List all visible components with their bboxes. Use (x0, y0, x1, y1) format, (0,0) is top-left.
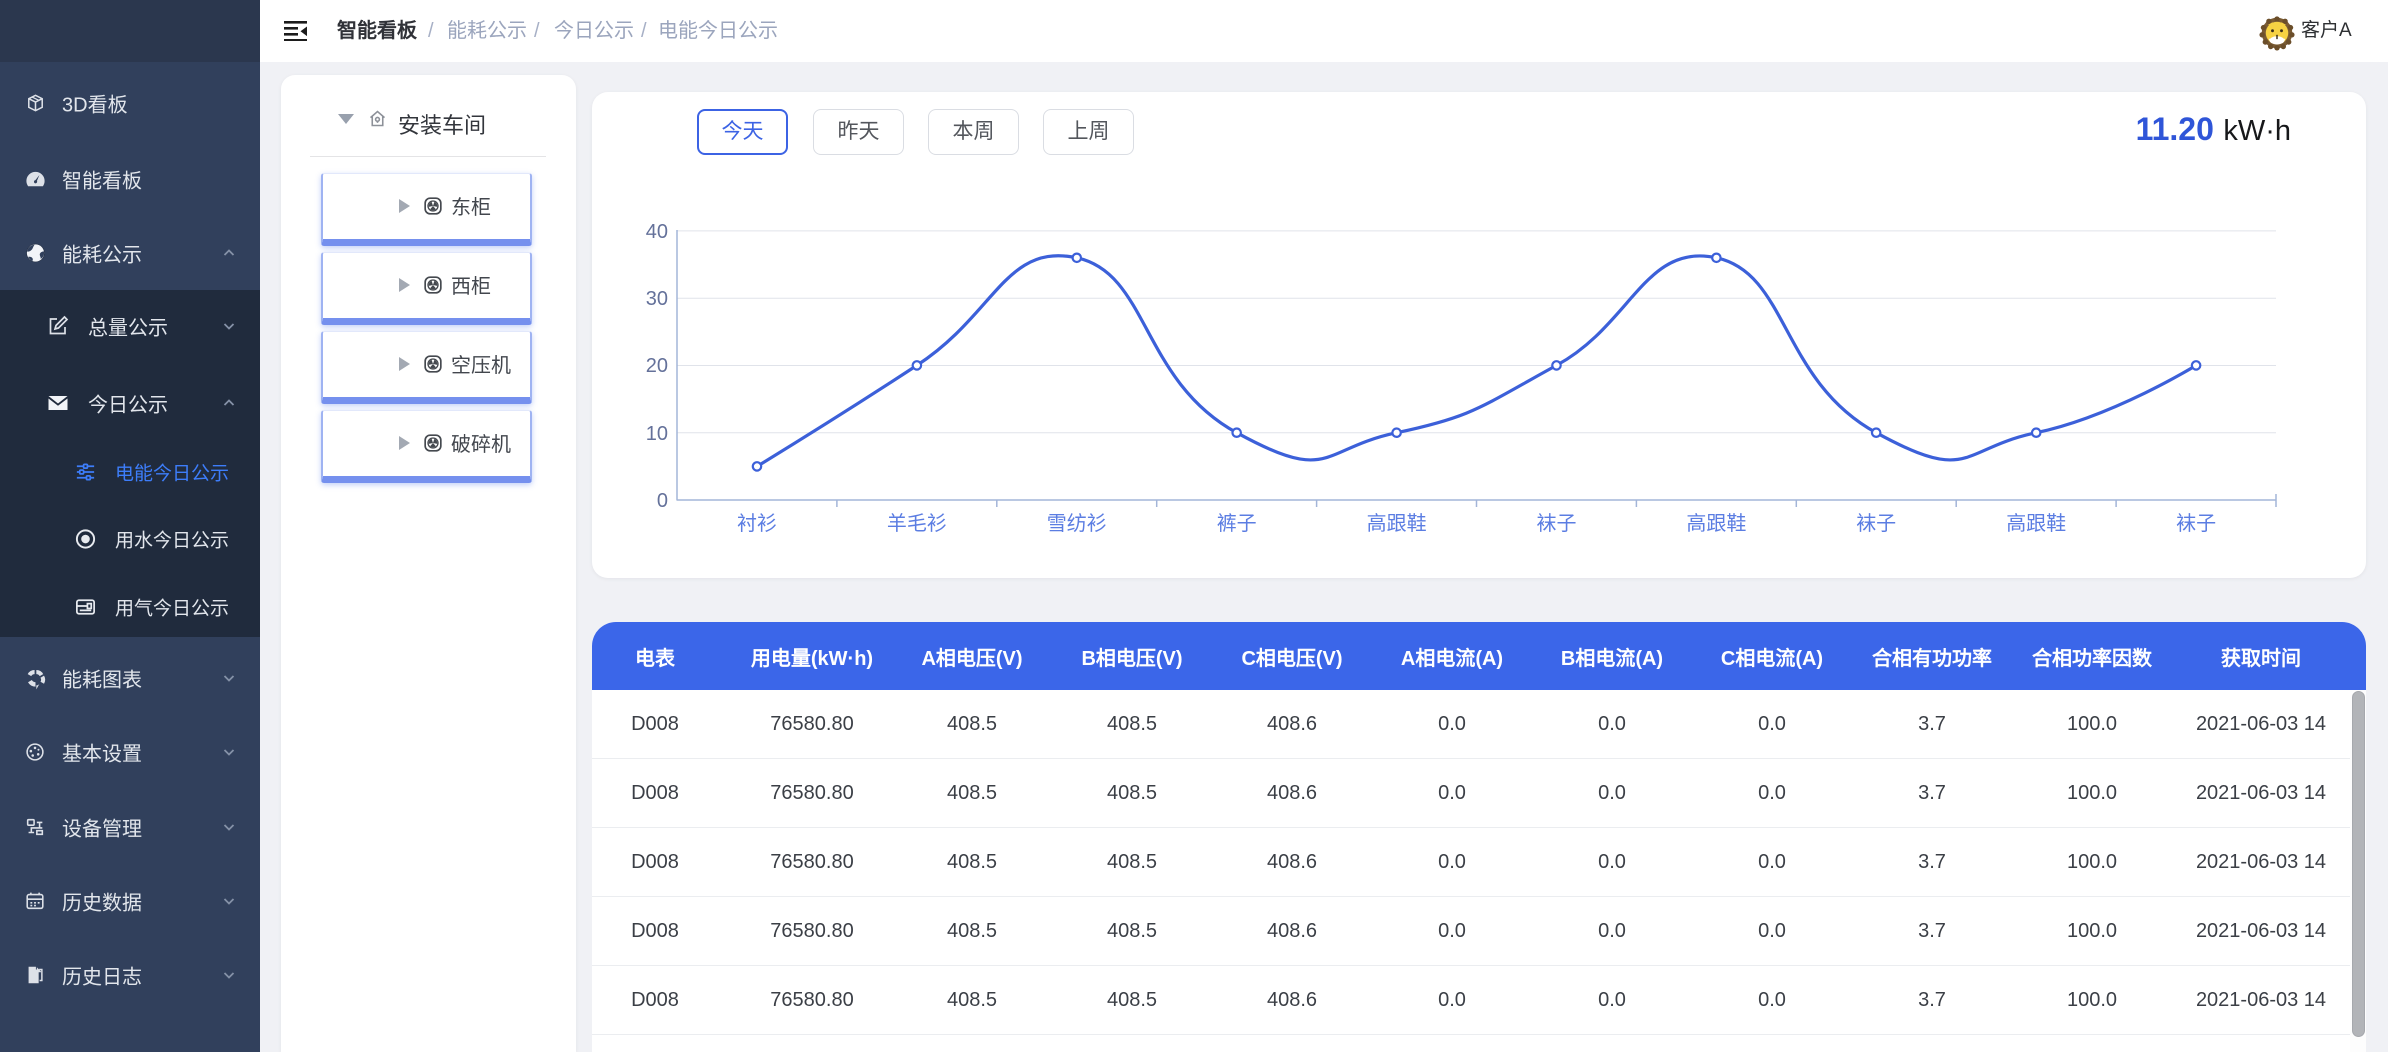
svg-text:衬衫: 衬衫 (737, 512, 777, 535)
svg-text:高跟鞋: 高跟鞋 (1367, 512, 1427, 535)
svg-text:30: 30 (646, 288, 668, 310)
svg-text:袜子: 袜子 (1537, 512, 1577, 535)
svg-text:雪纺衫: 雪纺衫 (1047, 512, 1107, 535)
svg-text:10: 10 (646, 423, 668, 445)
svg-text:袜子: 袜子 (2176, 512, 2216, 535)
svg-text:20: 20 (646, 355, 668, 377)
svg-text:袜子: 袜子 (1856, 512, 1896, 535)
svg-text:高跟鞋: 高跟鞋 (1686, 512, 1746, 535)
svg-text:0: 0 (657, 490, 668, 512)
svg-text:40: 40 (646, 221, 668, 243)
svg-text:羊毛衫: 羊毛衫 (887, 512, 947, 535)
svg-text:裤子: 裤子 (1217, 512, 1257, 535)
svg-text:高跟鞋: 高跟鞋 (2006, 512, 2066, 535)
